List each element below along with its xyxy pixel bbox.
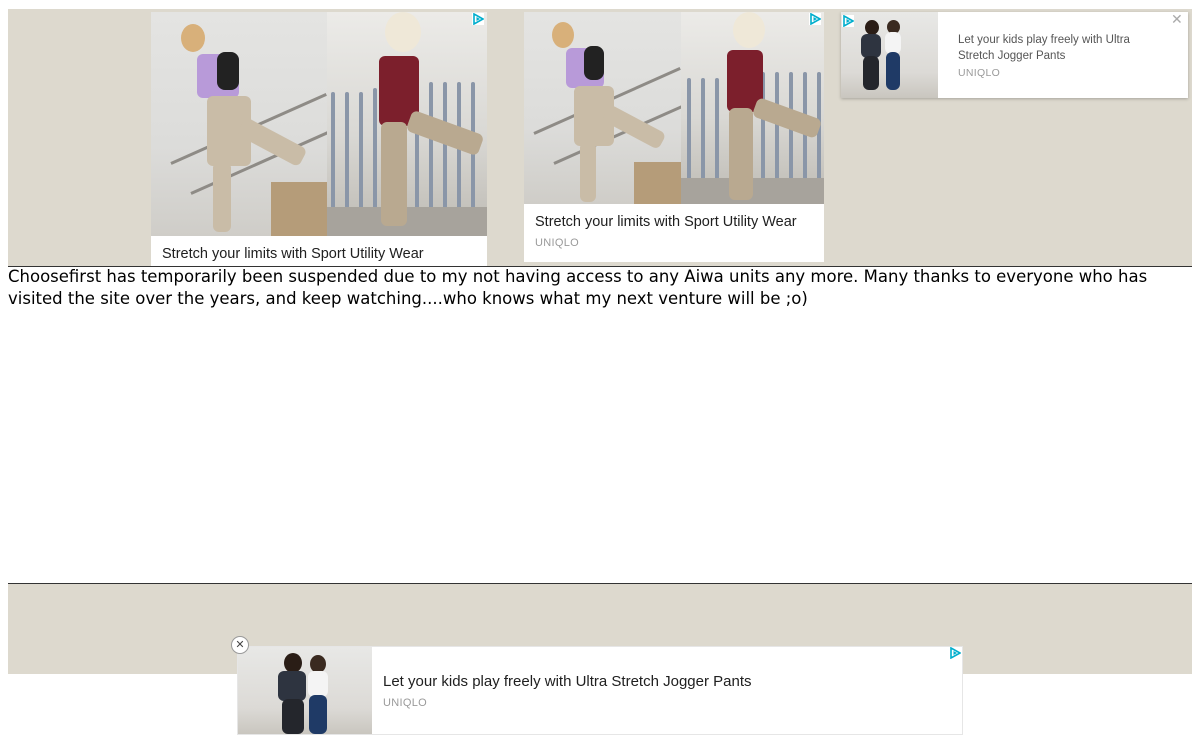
ad-sport-utility-left[interactable]: Stretch your limits with Sport Utility W…: [151, 12, 487, 266]
ad-jogger-pants-small[interactable]: Let your kids play freely with Ultra Str…: [841, 12, 1188, 98]
ad-brand[interactable]: UNIQLO: [383, 697, 427, 709]
ad-caption[interactable]: Stretch your limits with Sport Utility W…: [162, 246, 424, 262]
ad-caption[interactable]: Let your kids play freely with Ultra Str…: [383, 673, 752, 690]
ad-caption[interactable]: Stretch your limits with Sport Utility W…: [535, 214, 797, 230]
adchoices-icon[interactable]: [842, 15, 854, 27]
adchoices-icon[interactable]: [949, 647, 961, 659]
adchoices-icon[interactable]: [809, 13, 821, 25]
ad-photo-woman: [151, 12, 327, 236]
anchor-ad-jogger-pants[interactable]: Let your kids play freely with Ultra Str…: [237, 646, 963, 735]
ad-photo-woman: [524, 12, 681, 204]
ad-caption[interactable]: Let your kids play freely with Ultra Str…: [958, 32, 1158, 64]
close-anchor-ad-button[interactable]: ✕: [231, 636, 249, 654]
ad-photo-man: [327, 12, 487, 236]
ad-photo-man: [681, 12, 824, 204]
close-icon[interactable]: ✕: [1171, 12, 1183, 28]
ad-brand[interactable]: UNIQLO: [958, 67, 1000, 79]
ad-brand[interactable]: UNIQLO: [535, 237, 579, 249]
adchoices-icon[interactable]: [472, 13, 484, 25]
ad-photo-kids: [238, 647, 372, 734]
ad-sport-utility-middle[interactable]: Stretch your limits with Sport Utility W…: [524, 12, 824, 262]
suspension-notice: Choosefirst has temporarily been suspend…: [8, 267, 1148, 308]
ad-photo-kids: [841, 12, 938, 98]
page: Stretch your limits with Sport Utility W…: [0, 0, 1200, 740]
